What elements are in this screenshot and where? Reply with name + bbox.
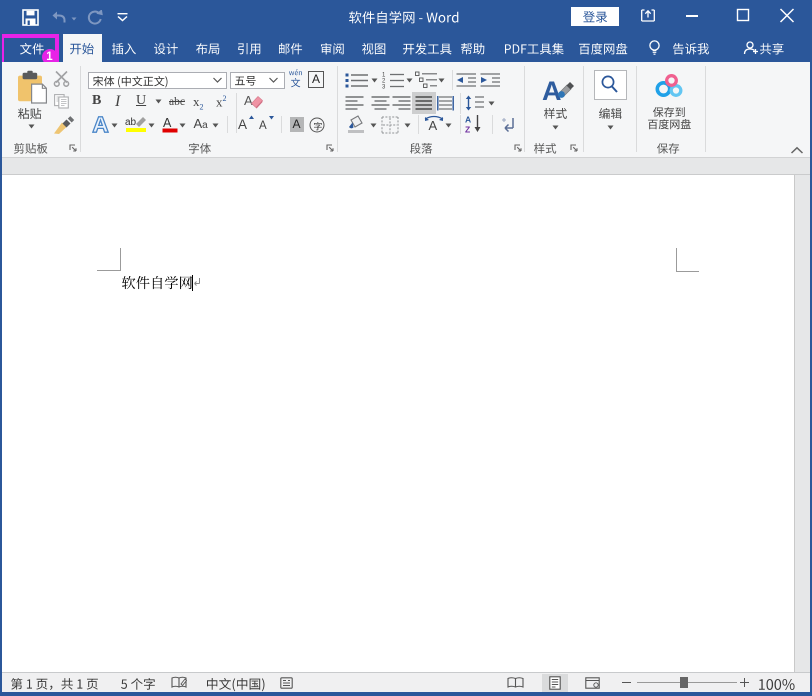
svg-text:3: 3	[382, 85, 386, 90]
svg-text:A: A	[542, 76, 562, 103]
svg-text:Z: Z	[465, 125, 470, 135]
svg-text:ab: ab	[125, 117, 137, 128]
svg-text:A: A	[259, 120, 267, 132]
svg-text:A: A	[163, 116, 172, 130]
svg-text:A: A	[238, 117, 247, 132]
svg-text:A: A	[429, 118, 438, 133]
svg-text:A: A	[465, 115, 471, 125]
svg-text:A: A	[244, 93, 253, 108]
